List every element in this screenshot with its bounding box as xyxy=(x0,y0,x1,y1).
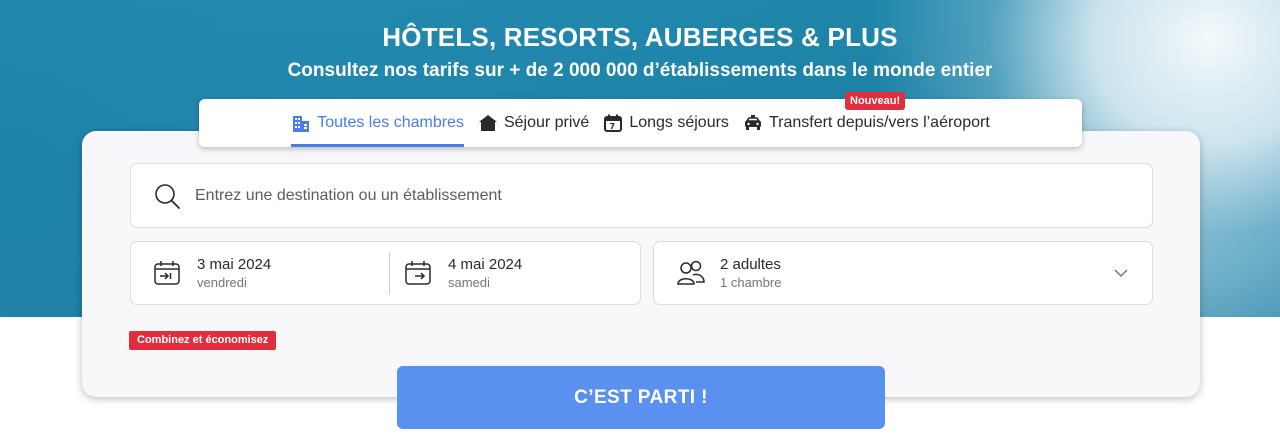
search-submit-button[interactable]: C’EST PARTI ! xyxy=(397,366,885,429)
calendar-checkout-icon xyxy=(405,261,431,285)
tab-private-stay[interactable]: Séjour privé xyxy=(478,99,589,147)
tab-label: Longs séjours xyxy=(629,114,729,131)
checkout-date: 4 mai 2024 xyxy=(448,255,523,273)
search-box[interactable] xyxy=(130,163,1153,228)
svg-text:7: 7 xyxy=(610,122,616,131)
tab-all-rooms[interactable]: Toutes les chambres xyxy=(291,99,464,147)
taxi-icon xyxy=(744,115,761,130)
chevron-down-icon xyxy=(1114,268,1128,278)
checkin-day: vendredi xyxy=(197,274,247,290)
building-icon xyxy=(293,116,310,132)
checkin-date: 3 mai 2024 xyxy=(197,255,272,273)
house-icon xyxy=(478,115,497,131)
tab-long-stays[interactable]: 7 Longs séjours xyxy=(603,99,729,147)
calendar-checkin-icon xyxy=(154,261,180,285)
people-icon xyxy=(677,260,705,285)
search-icon xyxy=(153,182,181,210)
tab-label: Toutes les chambres xyxy=(317,114,464,131)
guests-selector[interactable]: 2 adultes 1 chambre xyxy=(653,241,1153,305)
checkout-day: samedi xyxy=(448,274,490,290)
checkin-field[interactable]: 3 mai 2024 vendredi xyxy=(131,242,389,304)
hero-title: HÔTELS, RESORTS, AUBERGES & PLUS xyxy=(382,22,898,52)
new-badge: Nouveau! xyxy=(845,92,906,110)
hero-subtitle: Consultez nos tarifs sur + de 2 000 000 … xyxy=(287,60,993,81)
guests-adults: 2 adultes xyxy=(720,255,781,273)
guests-rooms: 1 chambre xyxy=(720,274,782,290)
tab-label: Séjour privé xyxy=(503,114,590,131)
calendar-7-icon: 7 xyxy=(604,114,623,132)
checkout-field[interactable]: 4 mai 2024 samedi xyxy=(389,252,640,294)
tab-label: Transfert depuis/vers l’aéroport xyxy=(768,114,990,131)
combine-save-badge: Combinez et économisez xyxy=(129,331,277,350)
search-input[interactable] xyxy=(195,186,995,205)
date-picker: 3 mai 2024 vendredi 4 mai 2024 samedi xyxy=(130,241,641,305)
tab-bar: Toutes les chambres Séjour privé 7 Longs… xyxy=(199,99,1082,147)
